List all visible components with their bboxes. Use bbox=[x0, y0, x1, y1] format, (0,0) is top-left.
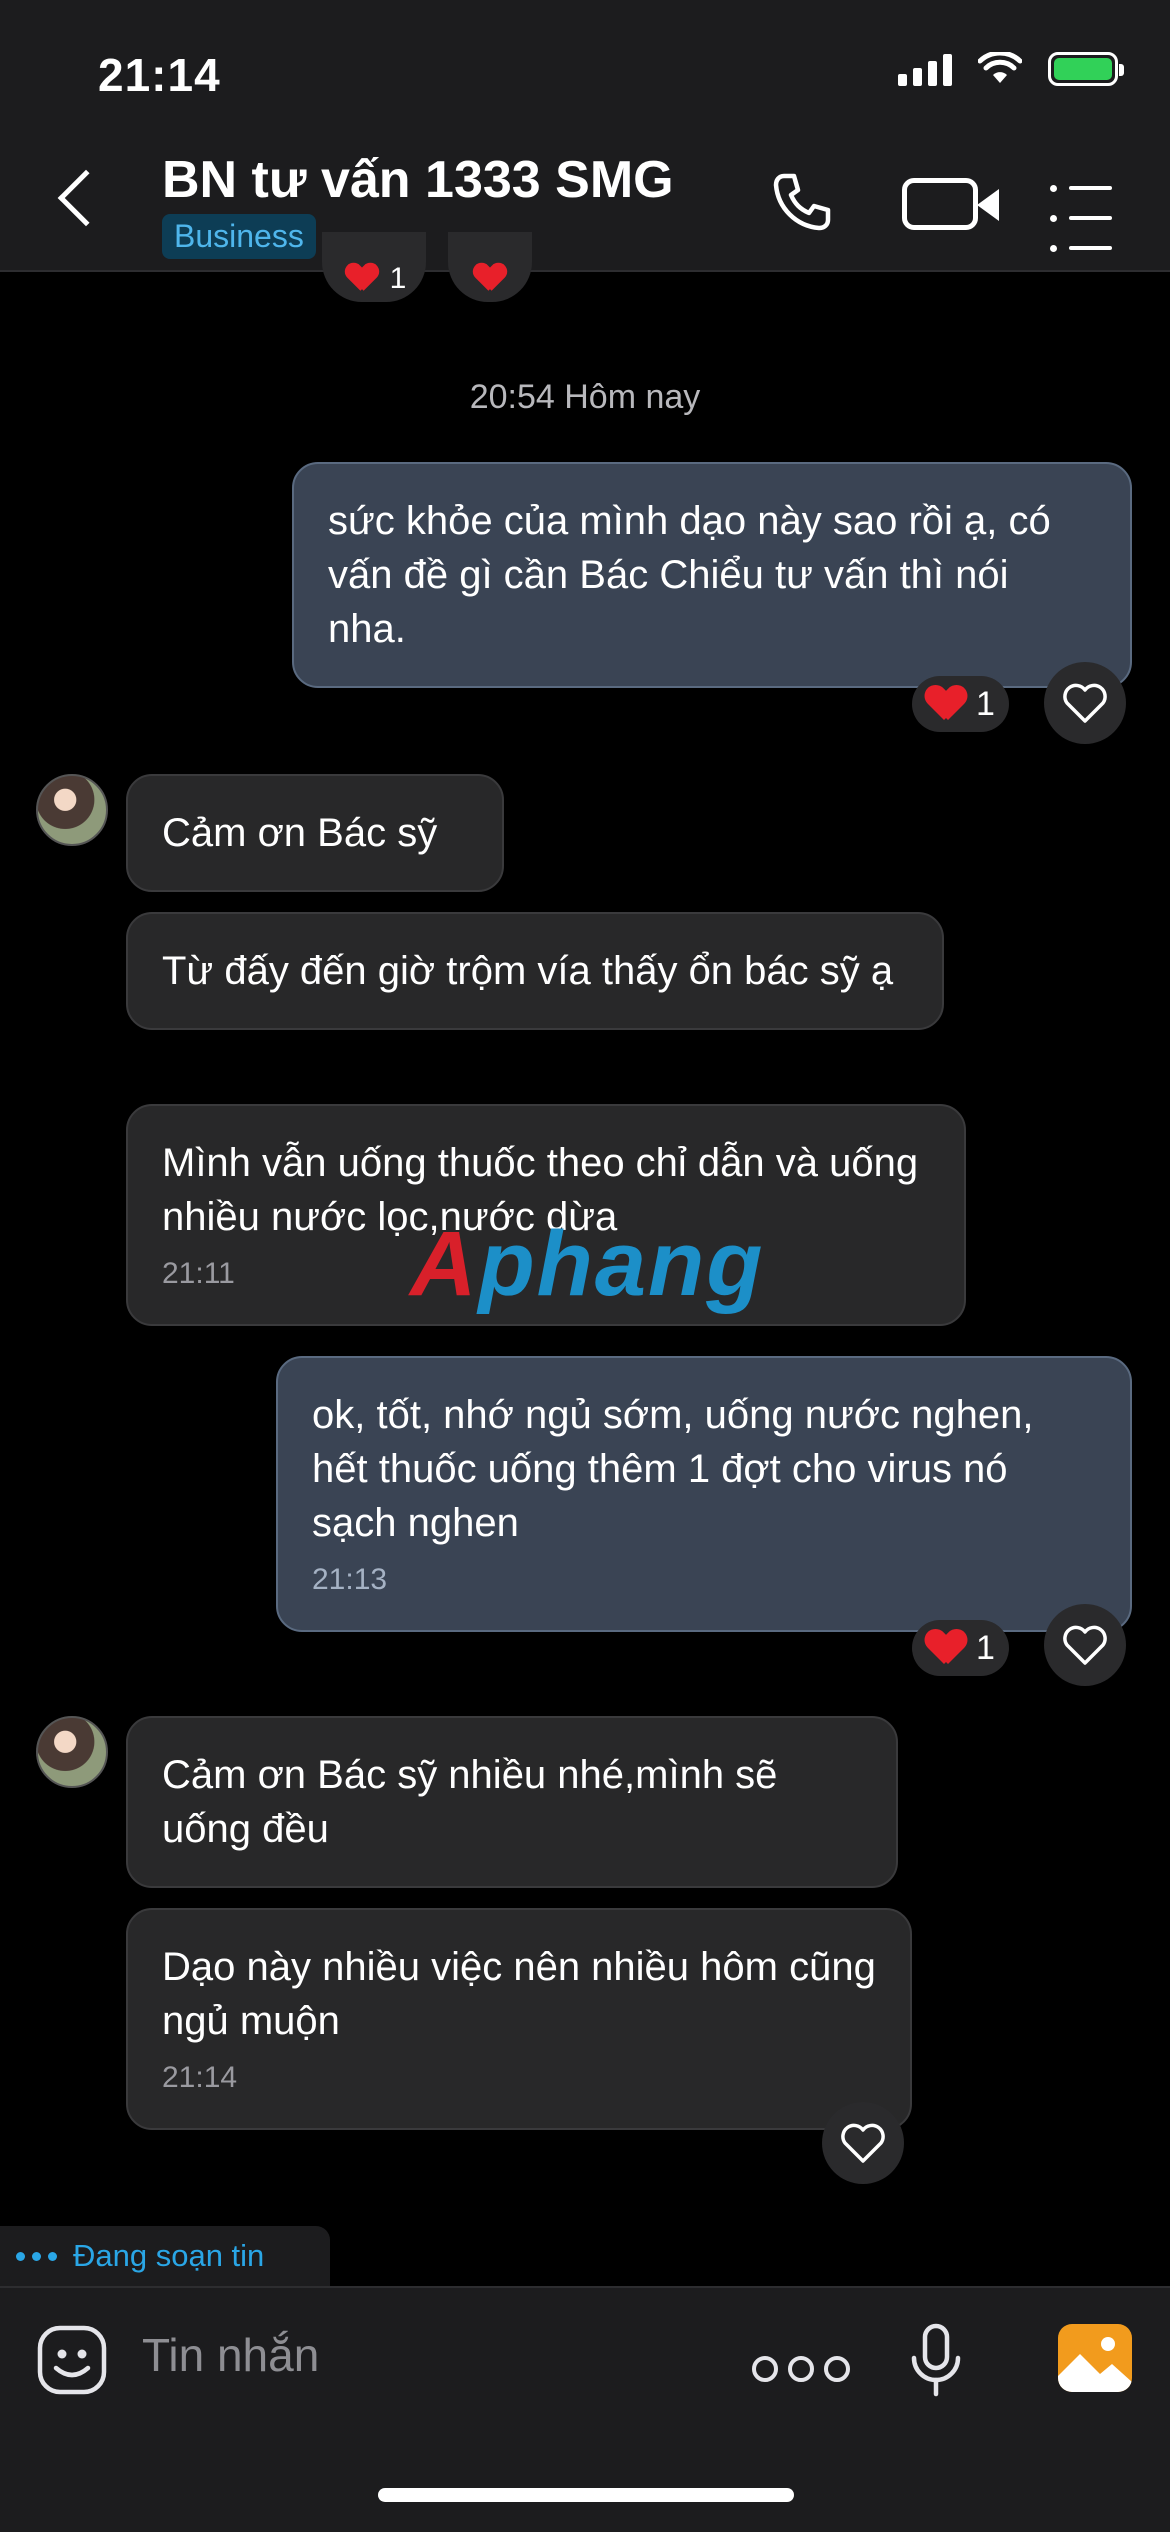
message-text: Dạo này nhiều việc nên nhiều hôm cũng ng… bbox=[162, 1945, 876, 2043]
message-text: sức khỏe của mình dạo này sao rồi ạ, có … bbox=[328, 499, 1051, 651]
incoming-message[interactable]: Cảm ơn Bác sỹ nhiều nhé,mình sẽ uống đều bbox=[126, 1716, 898, 1888]
battery-icon bbox=[1048, 52, 1124, 86]
home-indicator bbox=[378, 2488, 794, 2502]
avatar[interactable] bbox=[36, 774, 108, 846]
sticker-icon[interactable] bbox=[36, 2324, 108, 2396]
typing-indicator: Đang soạn tin bbox=[0, 2226, 330, 2286]
like-button[interactable] bbox=[1044, 1604, 1126, 1686]
incoming-message[interactable]: Cảm ơn Bác sỹ bbox=[126, 774, 504, 892]
heart-icon bbox=[346, 264, 378, 293]
incoming-message[interactable]: Từ đấy đến giờ trộm vía thấy ổn bác sỹ ạ bbox=[126, 912, 944, 1030]
date-separator: 20:54 Hôm nay bbox=[469, 378, 701, 416]
outgoing-message[interactable]: sức khỏe của mình dạo này sao rồi ạ, có … bbox=[292, 462, 1132, 688]
more-icon[interactable] bbox=[752, 2356, 850, 2382]
message-text: ok, tốt, nhớ ngủ sớm, uống nước nghen, h… bbox=[312, 1393, 1034, 1545]
reaction-pill[interactable]: 1 bbox=[912, 1620, 1009, 1676]
reaction-count: 1 bbox=[976, 684, 995, 723]
typing-dots-icon bbox=[16, 2251, 57, 2261]
heart-icon[interactable] bbox=[474, 264, 506, 293]
watermark-logo: Aphang bbox=[410, 1213, 765, 1315]
like-icon bbox=[1063, 1625, 1107, 1665]
like-icon bbox=[1063, 683, 1107, 723]
mic-icon[interactable] bbox=[908, 2322, 964, 2402]
message-text: Từ đấy đến giờ trộm vía thấy ổn bác sỹ ạ bbox=[162, 949, 894, 993]
previous-reactions: 1 bbox=[322, 232, 532, 302]
like-button[interactable] bbox=[822, 2102, 904, 2184]
outgoing-message[interactable]: ok, tốt, nhớ ngủ sớm, uống nước nghen, h… bbox=[276, 1356, 1132, 1632]
reaction-pill[interactable]: 1 bbox=[912, 676, 1009, 732]
message-text: Cảm ơn Bác sỹ nhiều nhé,mình sẽ uống đều bbox=[162, 1753, 778, 1851]
top-bar: 21:14 BN tư vấn 1333 SMG Business bbox=[0, 0, 1170, 272]
video-icon[interactable] bbox=[902, 178, 999, 230]
reaction-count: 1 bbox=[389, 262, 407, 295]
phone-icon[interactable] bbox=[770, 170, 834, 234]
typing-text: Đang soạn tin bbox=[73, 2238, 265, 2273]
status-icons bbox=[898, 52, 1124, 86]
message-time: 21:14 bbox=[162, 2061, 238, 2094]
like-button[interactable] bbox=[1044, 662, 1126, 744]
signal-icon bbox=[898, 52, 952, 86]
menu-icon[interactable] bbox=[1050, 180, 1112, 270]
chat-title: BN tư vấn 1333 SMG bbox=[162, 151, 674, 209]
message-text: Cảm ơn Bác sỹ bbox=[162, 811, 438, 855]
back-icon[interactable] bbox=[57, 169, 115, 227]
heart-icon bbox=[926, 1630, 966, 1666]
gallery-icon[interactable] bbox=[1058, 2324, 1132, 2392]
avatar[interactable] bbox=[36, 1716, 108, 1788]
reaction-count: 1 bbox=[976, 1628, 995, 1667]
heart-icon bbox=[926, 686, 966, 722]
like-icon bbox=[841, 2123, 885, 2163]
wifi-icon bbox=[978, 52, 1022, 83]
incoming-message[interactable]: Dạo này nhiều việc nên nhiều hôm cũng ng… bbox=[126, 1908, 912, 2130]
business-badge: Business bbox=[162, 214, 316, 259]
status-time: 21:14 bbox=[98, 49, 221, 101]
message-input[interactable]: Tin nhắn bbox=[142, 2328, 319, 2382]
message-time: 21:13 bbox=[312, 1563, 388, 1596]
